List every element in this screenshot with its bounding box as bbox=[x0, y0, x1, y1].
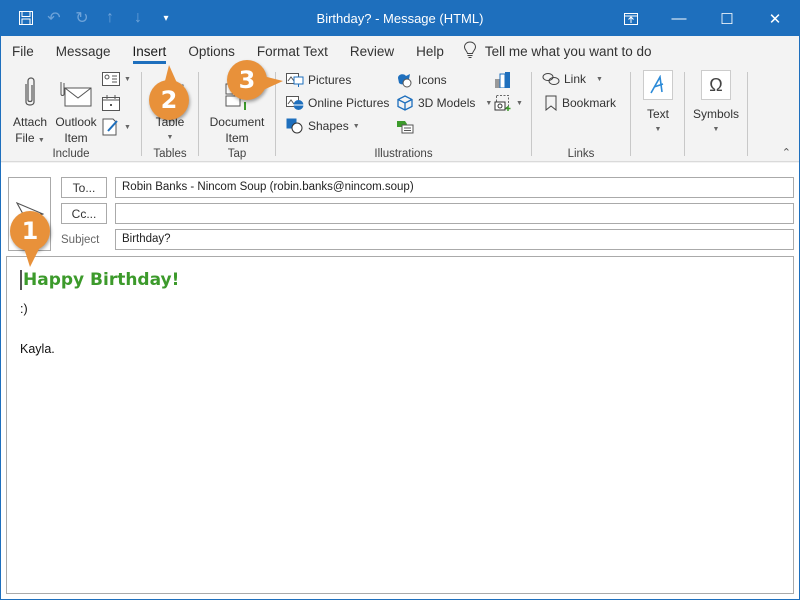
chevron-down-icon: ▼ bbox=[596, 75, 603, 83]
window-controls: — ☐ ✕ bbox=[607, 1, 799, 36]
group-text: Text ▼ bbox=[631, 66, 684, 162]
group-label-illustrations: Illustrations bbox=[374, 148, 433, 160]
maximize-icon[interactable]: ☐ bbox=[703, 1, 751, 36]
subject-label: Subject bbox=[61, 234, 100, 246]
group-links: Link ▼ Bookmark Links bbox=[532, 66, 630, 162]
ribbon-tabs: File Message Insert Options Format Text … bbox=[1, 36, 799, 66]
chevron-down-icon: ▼ bbox=[516, 99, 523, 107]
ribbon-insert: Attach File ▼ Outlook Item ▼ ▼ Include T… bbox=[1, 66, 799, 162]
close-icon[interactable]: ✕ bbox=[751, 1, 799, 36]
group-label-include: Include bbox=[52, 148, 90, 160]
group-separator bbox=[747, 72, 748, 156]
signature-text: Kayla. bbox=[20, 342, 55, 356]
signature-icon bbox=[102, 118, 118, 136]
group-symbols: Ω Symbols ▼ bbox=[685, 66, 747, 162]
collapse-ribbon-icon[interactable]: ⌃ bbox=[782, 146, 791, 159]
callout-pointer bbox=[164, 65, 177, 85]
group-label-links: Links bbox=[567, 148, 595, 160]
callout-pointer bbox=[23, 245, 41, 267]
chevron-down-icon: ▼ bbox=[37, 137, 45, 144]
tab-format-text[interactable]: Format Text bbox=[246, 36, 339, 66]
smartart-button[interactable] bbox=[396, 118, 414, 134]
outlook-item-button[interactable]: Outlook Item bbox=[53, 70, 99, 146]
minimize-icon[interactable]: — bbox=[655, 1, 703, 36]
ribbon-display-options-icon[interactable] bbox=[607, 1, 655, 36]
chevron-down-icon: ▼ bbox=[166, 134, 174, 141]
tell-me-search[interactable]: Tell me what you want to do bbox=[463, 40, 652, 62]
bookmark-icon bbox=[545, 95, 557, 111]
tab-review[interactable]: Review bbox=[339, 36, 405, 66]
envelope-attach-icon bbox=[59, 70, 93, 110]
online-pictures-button[interactable]: Online Pictures bbox=[286, 95, 389, 111]
screenshot-icon bbox=[494, 95, 511, 111]
lightbulb-icon bbox=[463, 40, 477, 62]
cc-button[interactable]: Cc... bbox=[61, 203, 107, 224]
omega-icon: Ω bbox=[701, 70, 731, 100]
text-icon bbox=[643, 70, 673, 100]
symbols-button[interactable]: Ω Symbols ▼ bbox=[691, 70, 741, 138]
chevron-down-icon: ▼ bbox=[352, 122, 360, 130]
group-illustrations: Pictures Online Pictures Shapes ▼ Icons … bbox=[276, 66, 531, 162]
screenshot-button[interactable]: ▼ bbox=[494, 95, 523, 111]
link-icon bbox=[542, 73, 560, 85]
tab-file[interactable]: File bbox=[1, 36, 45, 66]
business-card-button[interactable]: ▼ bbox=[102, 72, 131, 86]
group-label-tap: Tap bbox=[227, 148, 247, 160]
pictures-button[interactable]: Pictures bbox=[286, 72, 351, 88]
attach-file-button[interactable]: Attach File ▼ bbox=[9, 70, 51, 149]
online-pictures-icon bbox=[286, 96, 304, 110]
icons-button[interactable]: Icons bbox=[396, 72, 447, 88]
subject-field[interactable]: Birthday? bbox=[115, 229, 794, 250]
to-field[interactable]: Robin Banks - Nincom Soup (robin.banks@n… bbox=[115, 177, 794, 198]
business-card-icon bbox=[102, 72, 120, 86]
3d-models-button[interactable]: 3D Models ▼ bbox=[396, 95, 492, 111]
shapes-button[interactable]: Shapes ▼ bbox=[286, 118, 360, 134]
callout-step-2: 2 bbox=[149, 80, 189, 120]
body-line: :) bbox=[20, 302, 28, 316]
cube-icon bbox=[397, 95, 413, 111]
title-bar: ↶ ↻ ↑ ↓ ▾ Birthday? - Message (HTML) — ☐… bbox=[1, 1, 799, 36]
to-button[interactable]: To... bbox=[61, 177, 107, 198]
tab-help[interactable]: Help bbox=[405, 36, 455, 66]
link-button[interactable]: Link ▼ bbox=[542, 72, 603, 86]
signature-button[interactable]: ▼ bbox=[102, 118, 131, 136]
chevron-down-icon: ▼ bbox=[654, 126, 662, 133]
calendar-button[interactable] bbox=[102, 95, 120, 111]
group-label-tables: Tables bbox=[153, 148, 187, 160]
smartart-icon bbox=[397, 121, 414, 134]
tell-me-text: Tell me what you want to do bbox=[484, 43, 652, 59]
chevron-down-icon: ▼ bbox=[485, 99, 493, 107]
bookmark-button[interactable]: Bookmark bbox=[544, 95, 616, 111]
shapes-icon bbox=[286, 118, 303, 134]
message-body[interactable]: Happy Birthday! :) Kayla. bbox=[6, 256, 794, 594]
calendar-icon bbox=[102, 95, 120, 111]
greeting-text: Happy Birthday! bbox=[20, 270, 179, 290]
cc-field[interactable] bbox=[115, 203, 794, 224]
chevron-down-icon: ▼ bbox=[712, 126, 720, 133]
paperclip-icon bbox=[20, 70, 40, 110]
outlook-message-window: ↶ ↻ ↑ ↓ ▾ Birthday? - Message (HTML) — ☐… bbox=[0, 0, 800, 600]
icons-icon bbox=[398, 74, 412, 88]
chart-icon bbox=[495, 72, 510, 88]
pictures-icon bbox=[286, 73, 304, 87]
group-include: Attach File ▼ Outlook Item ▼ ▼ Include bbox=[1, 66, 141, 162]
tab-options[interactable]: Options bbox=[177, 36, 246, 66]
compose-area: To... Cc... Subject Robin Banks - Nincom… bbox=[1, 163, 799, 599]
text-button[interactable]: Text ▼ bbox=[641, 70, 675, 138]
tab-insert[interactable]: Insert bbox=[122, 36, 178, 66]
chart-button[interactable] bbox=[494, 72, 512, 88]
callout-pointer bbox=[259, 75, 283, 91]
tab-message[interactable]: Message bbox=[45, 36, 122, 66]
